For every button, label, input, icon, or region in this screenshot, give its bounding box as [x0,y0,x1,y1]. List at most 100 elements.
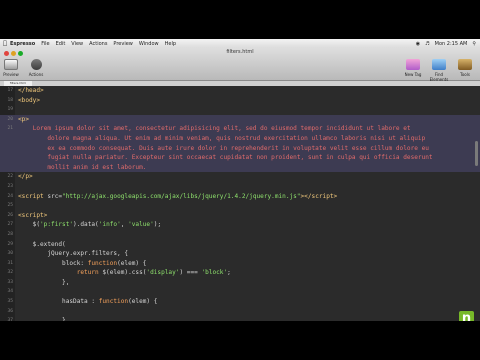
code-line[interactable]: 34 [0,287,480,297]
code-text: <body> [18,96,41,104]
code-text: </head> [18,87,44,94]
line-number: 19 [7,107,13,113]
tools-icon [458,59,472,70]
code-line[interactable]: 29 $.extend( [0,240,480,250]
menu-actions[interactable]: Actions [89,41,107,47]
code-line[interactable]: 17 </head> [0,86,480,96]
code-line[interactable]: 31 block: function(elem) { [0,259,480,269]
menu-edit[interactable]: Edit [56,41,66,47]
code-editor[interactable]: 17 </head> 18 <body> 19 20 <p> 21 Lorem ipsum d… [0,86,480,321]
line-number: 21 [7,126,13,132]
scrollbar-thumb[interactable] [475,141,478,166]
line-number: 23 [7,183,13,189]
wifi-icon[interactable]: ◉ [416,41,420,47]
volume-icon[interactable]: ♬ [425,41,429,47]
line-number: 26 [7,212,13,218]
code-text: $('p:first').data('info', 'value'); [18,221,162,229]
line-number: 37 [7,318,13,321]
window-toolbar: filters.html Preview Actions New Tag Fin… [0,48,480,82]
code-text: Lorem ipsum dolor sit amet, consectetur … [32,125,411,133]
menu-preview[interactable]: Preview [113,41,132,47]
menu-window[interactable]: Window [139,41,159,47]
code-line[interactable]: 26 <script> [0,211,480,221]
line-number: 22 [7,174,13,180]
code-text: </p> [18,173,33,181]
code-line[interactable]: dolore magna aliqua. Ut enim ad minim ve… [0,133,480,144]
code-line[interactable]: 18 <body> [0,96,480,106]
line-number: 18 [7,97,13,103]
code-text: <p> [18,115,30,123]
code-line[interactable]: 20 <p> [0,114,480,125]
code-text: block: function(elem) { [18,259,147,267]
gear-icon [30,59,42,70]
find-elements-icon [432,59,446,70]
code-line[interactable]: 33 }, [0,278,480,288]
code-line[interactable]: 19 [0,105,480,115]
code-line[interactable]: 24 <script src="http://ajax.googleapis.co… [0,192,480,202]
code-line[interactable]: 22 </p> [0,172,480,182]
code-line[interactable]: 32 return $(elem).css('display') === 'bl… [0,268,480,278]
line-number: 20 [7,116,13,122]
code-line[interactable]: 27 $('p:first').data('info', 'value'); [0,220,480,230]
apple-menu-icon[interactable]:  [0,40,10,47]
code-line[interactable]: 28 [0,230,480,240]
menu-view[interactable]: View [71,41,83,47]
menu-file[interactable]: File [41,41,49,47]
actions-label: Actions [28,72,44,77]
code-line[interactable]: 37 } [0,316,480,321]
code-line[interactable]: 35 hasData : function(elem) { [0,297,480,307]
spotlight-icon[interactable]: ⚲ [472,41,476,47]
line-number: 31 [7,260,13,266]
tools-button[interactable]: Tools [454,59,476,77]
line-number: 30 [7,251,13,257]
code-text: dolore magna aliqua. Ut enim ad minim ve… [47,134,426,142]
code-lines: 17 </head> 18 <body> 19 20 <p> 21 Lorem ipsum d… [0,86,480,321]
code-line[interactable]: 23 [0,182,480,192]
code-text: }, [18,278,70,286]
find-elements-button[interactable]: Find Elements [428,59,450,82]
code-text: ex ea commodo consequat. Duis aute irure… [47,144,429,152]
tag-icon [406,59,420,70]
code-text: $.extend( [18,240,66,248]
code-text: fugiat nulla pariatur. Excepteur sint oc… [47,154,433,162]
code-text: hasData : function(elem) { [18,298,158,306]
line-number: 29 [7,241,13,247]
code-text: <script src="http://ajax.googleapis.com/… [18,192,338,200]
line-number: 33 [7,279,13,285]
code-text: return $(elem).css('display') === 'block… [76,269,231,277]
code-line[interactable]: 36 [0,307,480,317]
code-text: jQuery.expr.filters, { [18,250,129,258]
code-line[interactable]: ex ea commodo consequat. Duis aute irure… [0,143,480,154]
code-text: } [18,317,66,321]
new-tag-label: New Tag [404,72,422,77]
code-line[interactable]: fugiat nulla pariatur. Excepteur sint oc… [0,153,480,163]
line-number: 32 [7,270,13,276]
code-line[interactable]: mollit anim id est laborum. [0,162,480,173]
preview-label: Preview [3,72,19,77]
code-text: mollit anim id est laborum. [47,163,147,171]
preview-button[interactable]: Preview [0,59,22,77]
preview-icon [4,59,18,70]
code-line[interactable]: 21 Lorem ipsum dolor sit amet, consectet… [0,124,480,134]
actions-button[interactable]: Actions [25,59,47,77]
line-number: 36 [7,308,13,314]
code-text: <script> [18,211,48,219]
logo-badge: n [459,311,474,321]
menu-bar:  Espresso File Edit View Actions Previe… [0,39,480,48]
line-number: 25 [7,203,13,209]
line-number: 24 [7,193,13,199]
new-tag-button[interactable]: New Tag [402,59,424,77]
line-number: 34 [7,289,13,295]
line-number: 35 [7,299,13,305]
app-window:  Espresso File Edit View Actions Previe… [0,39,480,321]
clock[interactable]: Mon 2:15 AM [435,41,468,47]
status-menus: ◉ ♬ Mon 2:15 AM ⚲ [416,41,480,47]
menu-help[interactable]: Help [165,41,176,47]
app-menu[interactable]: Espresso [10,41,35,47]
code-line[interactable]: 25 [0,201,480,211]
tools-label: Tools [460,72,470,77]
window-title: filters.html [226,49,254,55]
line-number: 28 [7,231,13,237]
line-number: 27 [7,222,13,228]
code-line[interactable]: 30 jQuery.expr.filters, { [0,249,480,259]
